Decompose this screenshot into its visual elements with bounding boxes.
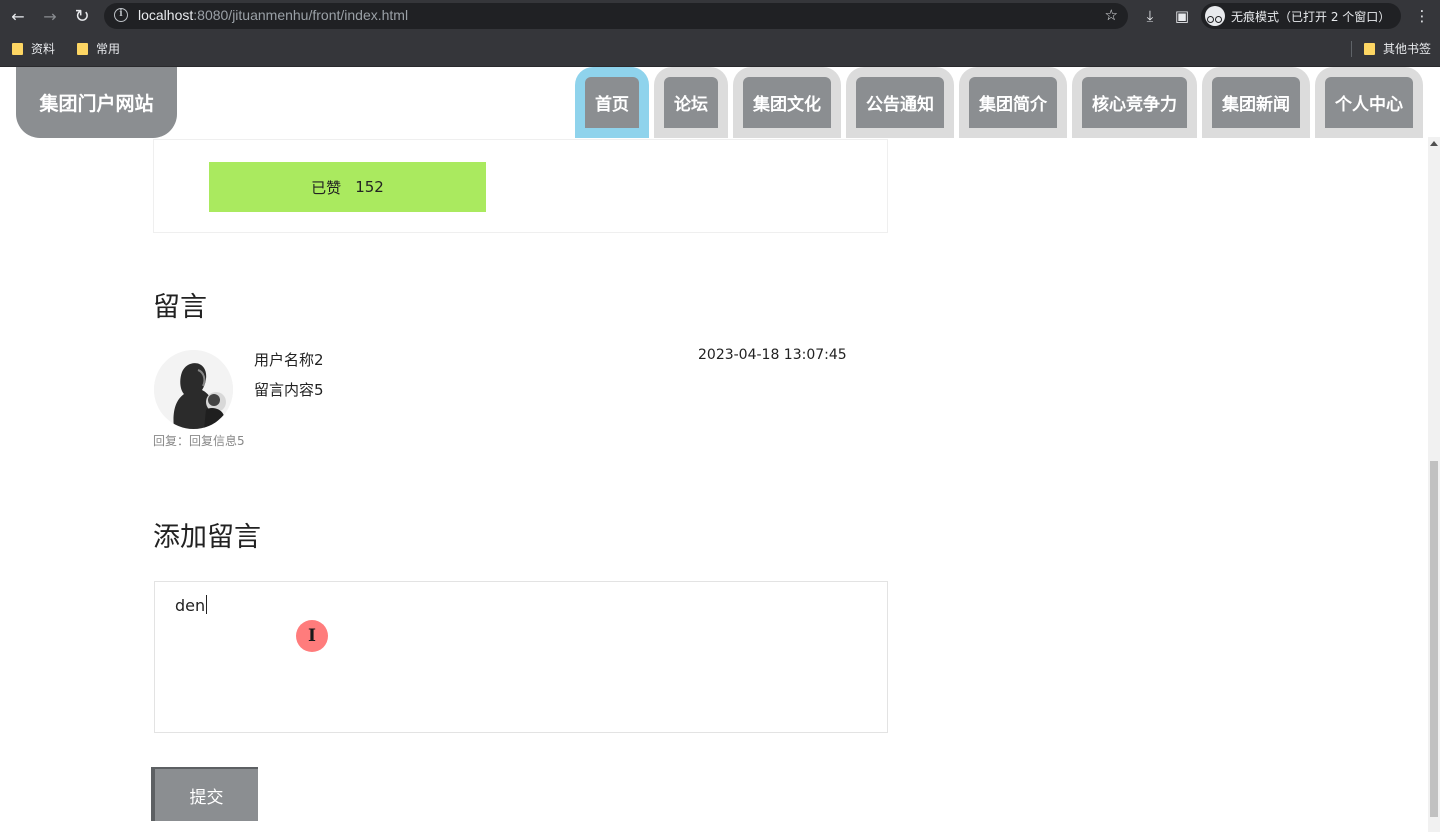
nav-tab-about[interactable]: 集团简介 xyxy=(959,67,1067,138)
like-count: 152 xyxy=(355,178,384,196)
folder-icon xyxy=(1364,42,1375,55)
site-header: 集团门户网站 首页 论坛 集团文化 公告通知 集团简介 核心竞争力 集团新闻 个… xyxy=(0,67,1428,138)
nav-tab-label: 个人中心 xyxy=(1325,77,1413,128)
comment-reply: 回复：回复信息5 xyxy=(153,434,245,448)
nav-tab-notices[interactable]: 公告通知 xyxy=(846,67,954,138)
browser-toolbar: ← → ↻ i localhost:8080/jituanmenhu/front… xyxy=(0,0,1440,32)
comment-textarea-value: den xyxy=(175,595,208,615)
avatar xyxy=(154,350,233,429)
other-bookmarks[interactable]: 其他书签 xyxy=(1364,40,1431,57)
scrollbar-thumb[interactable] xyxy=(1430,461,1438,817)
incognito-label: 无痕模式（已打开 2 个窗口） xyxy=(1231,9,1391,24)
nav-tab-label: 核心竞争力 xyxy=(1082,77,1187,128)
nav-tab-profile[interactable]: 个人中心 xyxy=(1315,67,1423,138)
bookmark-label: 资料 xyxy=(31,42,56,56)
nav-tab-label: 集团新闻 xyxy=(1212,77,1300,128)
add-comment-title: 添加留言 xyxy=(153,522,261,553)
bookmark-label: 常用 xyxy=(96,42,121,56)
nav-tab-label: 首页 xyxy=(585,77,639,128)
folder-icon xyxy=(77,42,88,55)
incognito-icon xyxy=(1205,6,1225,26)
page-viewport: 已赞 152 留言 用户名称2 留言内容5 2023-04-18 13:07:4… xyxy=(0,67,1428,832)
like-label: 已赞 xyxy=(311,178,342,197)
bookmark-folder[interactable]: 常用 xyxy=(77,40,120,57)
folder-icon xyxy=(12,42,23,55)
like-button[interactable]: 已赞 152 xyxy=(209,162,486,212)
download-icon[interactable]: ⤓ xyxy=(1139,5,1161,27)
bookmark-label: 其他书签 xyxy=(1383,42,1432,56)
nav-tab-label: 集团文化 xyxy=(743,77,831,128)
nav-tab-culture[interactable]: 集团文化 xyxy=(733,67,841,138)
reload-icon[interactable]: ↻ xyxy=(70,4,94,28)
site-logo[interactable]: 集团门户网站 xyxy=(16,67,177,138)
bookmark-separator xyxy=(1351,41,1352,57)
avatar-image xyxy=(154,350,233,429)
nav-tab-forum[interactable]: 论坛 xyxy=(654,67,728,138)
back-arrow-icon[interactable]: ← xyxy=(6,4,30,28)
nav-tab-home[interactable]: 首页 xyxy=(575,67,649,138)
page-scrollbar[interactable] xyxy=(1428,137,1440,832)
comments-title: 留言 xyxy=(153,292,207,323)
info-icon[interactable]: i xyxy=(114,8,128,22)
text-cursor-icon: I xyxy=(296,620,328,652)
forward-arrow-icon[interactable]: → xyxy=(38,4,62,28)
nav-tab-news[interactable]: 集团新闻 xyxy=(1202,67,1310,138)
kebab-menu-icon[interactable]: ⋮ xyxy=(1411,5,1433,27)
bookmark-folder[interactable]: 资料 xyxy=(12,40,55,57)
bookmark-star-icon[interactable]: ☆ xyxy=(1105,6,1118,24)
comment-content: 留言内容5 xyxy=(254,381,324,399)
nav-tab-competitiveness[interactable]: 核心竞争力 xyxy=(1072,67,1197,138)
comment-textarea[interactable]: den xyxy=(154,581,888,733)
address-bar[interactable]: i localhost:8080/jituanmenhu/front/index… xyxy=(104,3,1128,29)
url-text: localhost:8080/jituanmenhu/front/index.h… xyxy=(138,7,409,23)
scroll-up-icon[interactable] xyxy=(1430,141,1438,146)
bookmarks-bar: 资料 常用 其他书签 xyxy=(0,32,1440,67)
text-caret xyxy=(206,595,208,614)
main-nav: 首页 论坛 集团文化 公告通知 集团简介 核心竞争力 集团新闻 个人中心 xyxy=(575,67,1423,138)
nav-tab-label: 集团简介 xyxy=(969,77,1057,128)
nav-tab-label: 论坛 xyxy=(664,77,718,128)
submit-button[interactable]: 提交 xyxy=(151,767,258,821)
comment-timestamp: 2023-04-18 13:07:45 xyxy=(698,347,847,363)
side-panel-icon[interactable]: ▣ xyxy=(1171,5,1193,27)
comment-username: 用户名称2 xyxy=(254,351,324,369)
incognito-indicator[interactable]: 无痕模式（已打开 2 个窗口） xyxy=(1201,3,1401,29)
nav-tab-label: 公告通知 xyxy=(856,77,944,128)
